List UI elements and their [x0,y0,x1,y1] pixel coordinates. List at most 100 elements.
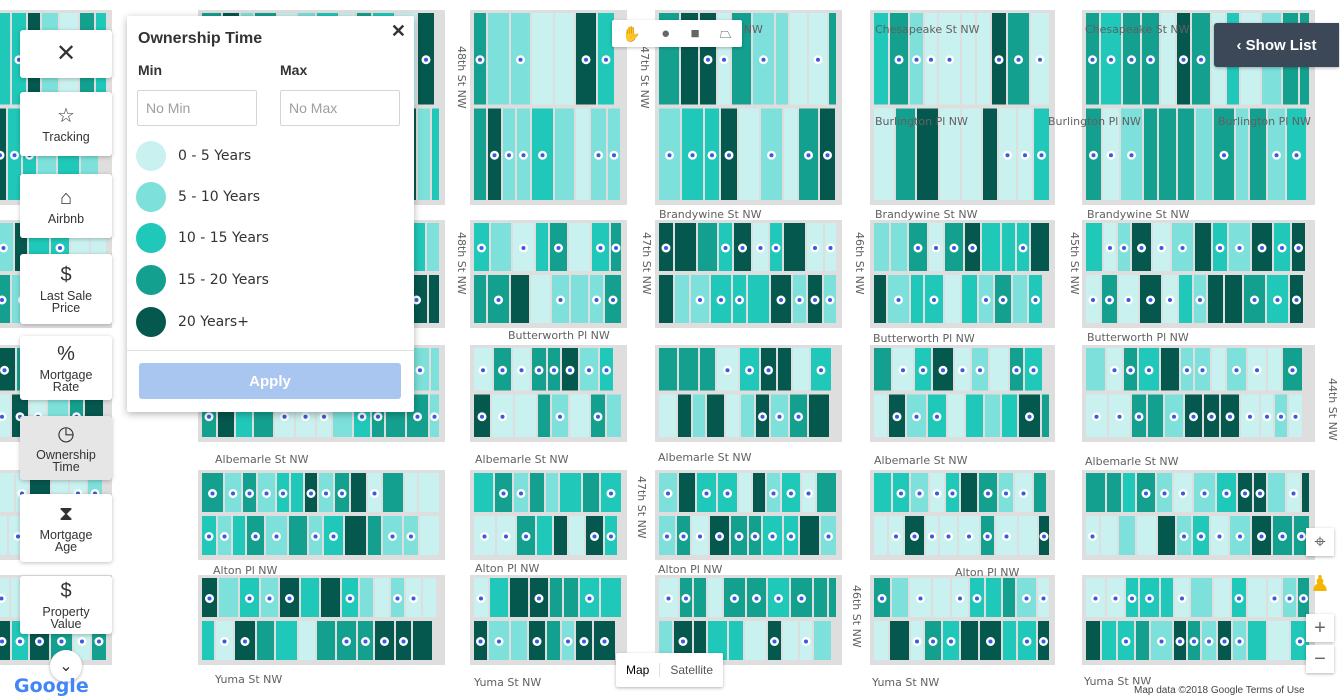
zoom-out-button[interactable]: − [1306,645,1334,673]
parcel[interactable] [1268,473,1285,512]
parcel[interactable] [1158,516,1175,555]
parcel[interactable] [607,394,621,438]
parcel[interactable] [1248,578,1266,617]
hand-icon[interactable]: ✋ [622,25,641,43]
parcel[interactable] [776,13,788,105]
parcel[interactable] [790,13,807,105]
parcel[interactable] [419,473,439,512]
parcel[interactable] [531,275,550,323]
parcel[interactable] [1214,578,1230,617]
parcel[interactable] [1002,223,1015,271]
parcel[interactable] [874,223,889,271]
parcel[interactable] [891,223,907,271]
parcel[interactable] [1107,473,1121,512]
sidebar-item-ownership-time[interactable]: ◷ Ownership Time [20,416,112,480]
parcel[interactable] [1212,348,1225,391]
parcel[interactable] [510,578,528,617]
parcel[interactable] [490,578,508,617]
sidebar-item-last-sale-price[interactable]: $ Last Sale Price [20,254,112,324]
parcel[interactable] [739,473,751,512]
parcel[interactable] [1302,473,1309,512]
parcel[interactable] [874,394,887,438]
parcel[interactable] [1208,275,1223,323]
parcel[interactable] [511,275,529,323]
parcel[interactable] [491,223,511,271]
parcel[interactable] [538,394,550,438]
parcel[interactable] [1031,223,1049,271]
parcel[interactable] [911,275,923,323]
parcel[interactable] [0,516,7,555]
parcel[interactable] [1161,578,1173,617]
parcel[interactable] [257,621,274,660]
parcel[interactable] [1042,394,1049,438]
parcel[interactable] [383,473,403,512]
sidebar-item-tracking[interactable]: ☆ Tracking [20,92,112,156]
parcel[interactable] [982,223,1000,271]
parcel[interactable] [1196,108,1212,201]
parcel[interactable] [418,108,430,201]
close-icon[interactable]: ✕ [391,21,406,42]
parcel[interactable] [1179,275,1192,323]
circle-icon[interactable]: ● [661,25,670,42]
parcel[interactable] [569,223,590,271]
parcel[interactable] [474,108,486,201]
parcel[interactable] [945,275,960,323]
parcel[interactable] [745,621,766,660]
pegman-button[interactable]: ♟ [1306,570,1334,598]
parcel[interactable] [564,578,578,617]
parcel[interactable] [601,578,621,617]
parcel[interactable] [1086,621,1100,660]
show-list-button[interactable]: ‹ Show List [1214,23,1339,67]
parcel[interactable] [431,348,439,391]
parcel[interactable] [488,13,509,105]
parcel[interactable] [511,621,527,660]
parcel[interactable] [1191,578,1212,617]
parcel[interactable] [1119,516,1135,555]
parcel[interactable] [1003,578,1015,617]
parcel[interactable] [753,473,765,512]
parcel[interactable] [474,473,493,512]
parcel[interactable] [985,394,1000,438]
parcel[interactable] [299,621,315,660]
parcel[interactable] [432,108,439,201]
sidebar-item-mortgage-age[interactable]: ⧗ Mortgage Age [20,494,112,562]
parcel[interactable] [1102,621,1116,660]
parcel[interactable] [555,13,574,105]
parcel[interactable] [874,621,888,660]
parcel[interactable] [301,578,319,617]
parcel[interactable] [427,223,439,271]
parcel[interactable] [659,394,676,438]
parcel[interactable] [576,108,589,201]
parcel[interactable] [1268,621,1289,660]
sidebar-item-airbnb[interactable]: ⌂ Airbnb [20,174,112,238]
parcel[interactable] [1086,348,1105,391]
parcel[interactable] [1161,348,1179,391]
parcel[interactable] [321,578,340,617]
parcel[interactable] [698,223,717,271]
parcel[interactable] [1101,516,1117,555]
map-type-map[interactable]: Map [616,663,659,677]
parcel[interactable] [741,394,754,438]
parcel[interactable] [679,348,698,391]
parcel[interactable] [829,578,836,617]
parcel[interactable] [748,275,769,323]
parcel[interactable] [560,473,581,512]
parcel[interactable] [429,275,439,323]
parcel[interactable] [571,275,588,323]
parcel[interactable] [530,473,544,512]
parcel[interactable] [809,394,829,438]
parcel[interactable] [405,473,417,512]
parcel[interactable] [729,621,743,660]
square-icon[interactable]: ■ [690,25,699,42]
legend-item[interactable]: 20 Years+ [136,307,249,337]
parcel[interactable] [1148,394,1163,438]
parcel[interactable] [694,578,706,617]
parcel[interactable] [0,473,14,512]
parcel[interactable] [700,348,715,391]
parcel[interactable] [948,394,964,438]
parcel[interactable] [219,578,238,617]
parcel[interactable] [537,516,552,555]
parcel[interactable] [659,348,677,391]
parcel[interactable] [1019,516,1037,555]
parcel[interactable] [345,516,366,555]
